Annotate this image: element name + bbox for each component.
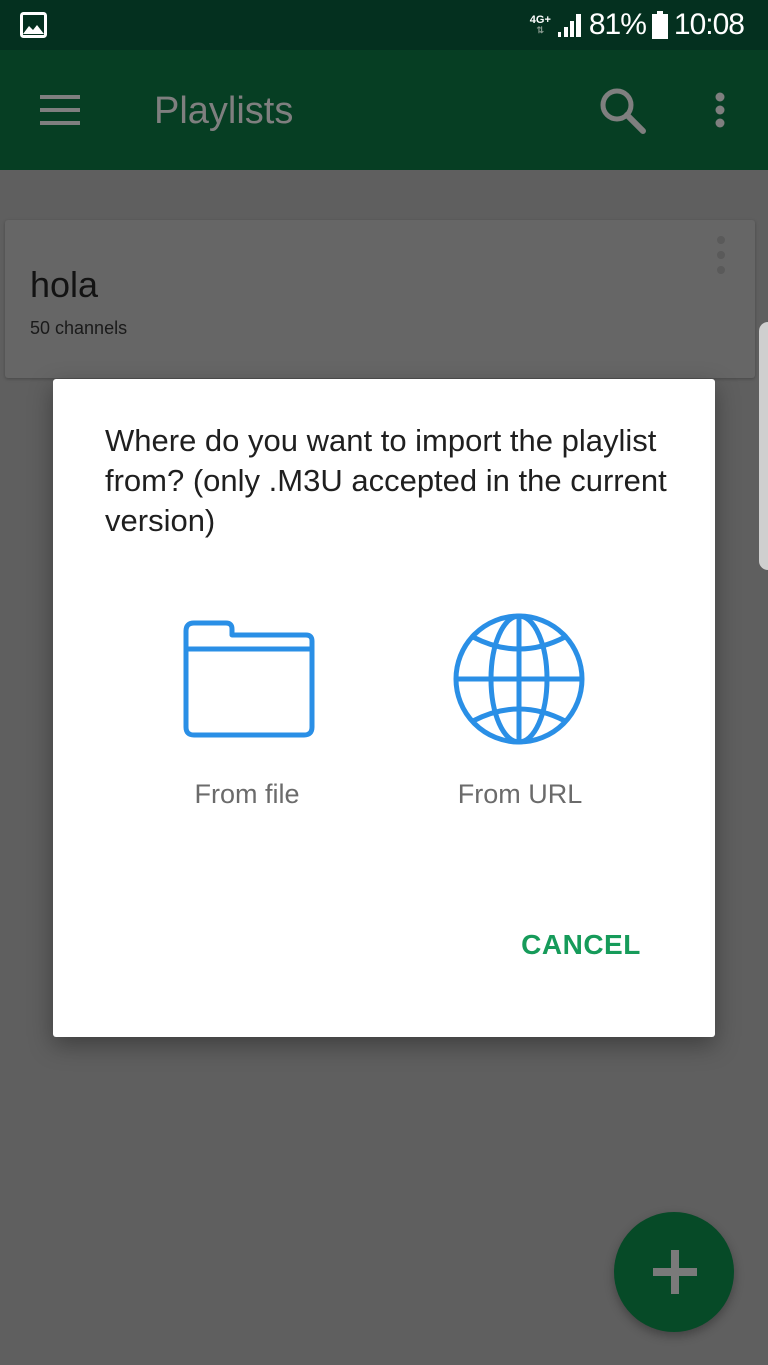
from-file-label: From file: [194, 779, 300, 809]
status-bar: 4G+ ⇅ 81% 10:08: [0, 0, 768, 50]
import-dialog: Where do you want to import the playlist…: [53, 379, 715, 1037]
plus-icon: [653, 1250, 697, 1294]
signal-icon: [557, 14, 581, 37]
clock: 10:08: [673, 8, 745, 41]
fast-scroll-handle[interactable]: [759, 322, 768, 570]
folder-icon: [183, 620, 315, 738]
search-icon[interactable]: [598, 86, 648, 136]
add-playlist-fab[interactable]: [614, 1212, 734, 1332]
more-vert-icon[interactable]: [712, 92, 728, 128]
cancel-button[interactable]: CANCEL: [501, 915, 661, 975]
from-url-option[interactable]: From URL: [410, 611, 630, 821]
battery-percent: 81%: [588, 8, 647, 41]
hamburger-menu-icon[interactable]: [40, 93, 80, 127]
playlist-card[interactable]: hola 50 channels: [5, 220, 755, 378]
from-url-label: From URL: [457, 779, 583, 809]
from-file-option[interactable]: From file: [137, 611, 357, 821]
playlist-channel-count: 50 channels: [30, 318, 128, 338]
battery-icon: [651, 11, 668, 39]
app-bar: Playlists: [0, 50, 768, 170]
gallery-icon: [20, 12, 47, 38]
network-type: 4G+ ⇅: [529, 14, 551, 36]
dialog-message: Where do you want to import the playlist…: [105, 423, 667, 538]
globe-icon: [453, 613, 585, 745]
playlist-name: hola: [30, 264, 99, 305]
page-title: Playlists: [154, 90, 294, 132]
card-more-vert-icon[interactable]: [715, 234, 727, 276]
